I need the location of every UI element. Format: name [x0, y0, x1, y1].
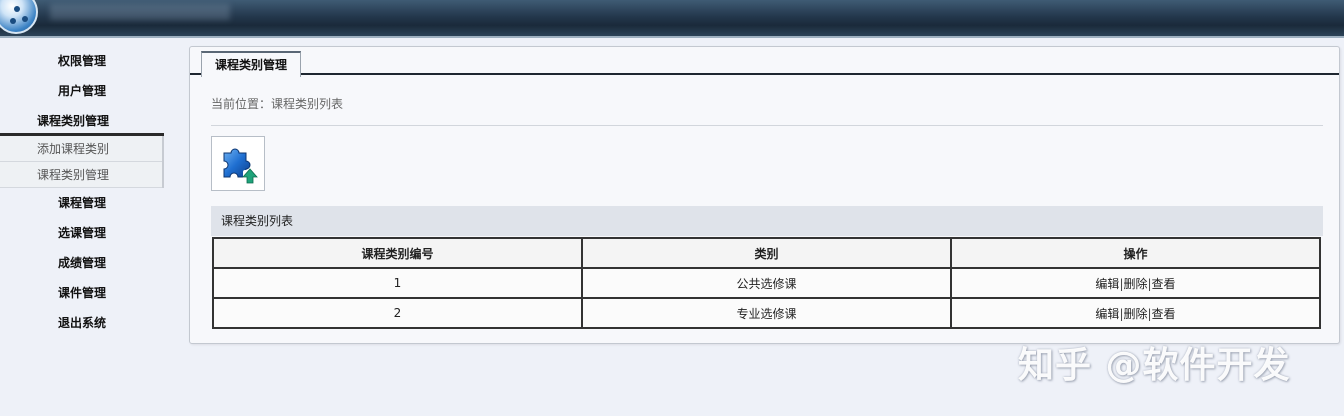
delete-link[interactable]: 删除: [1123, 307, 1147, 321]
tab-bar: 课程类别管理: [190, 47, 1339, 77]
main-panel: 课程类别管理 当前位置：课程类别列表 课程类别列表 课程类别编号 类别 操作 1…: [189, 46, 1340, 344]
table-row: 2 专业选修课 编辑|删除|查看: [212, 297, 1321, 329]
edit-link[interactable]: 编辑: [1095, 277, 1119, 291]
table-header-row: 课程类别编号 类别 操作: [212, 237, 1321, 269]
view-link[interactable]: 查看: [1152, 277, 1176, 291]
sidebar-item-permissions[interactable]: 权限管理: [0, 46, 164, 76]
tab-course-category[interactable]: 课程类别管理: [201, 51, 302, 77]
column-header-id: 课程类别编号: [212, 237, 583, 269]
sidebar-item-course-category[interactable]: 课程类别管理: [0, 106, 164, 136]
cell-category: 公共选修课: [581, 267, 952, 299]
add-category-button[interactable]: [211, 136, 265, 191]
delete-link[interactable]: 删除: [1123, 277, 1147, 291]
sidebar-item-logout[interactable]: 退出系统: [0, 308, 164, 338]
puzzle-upload-icon: [223, 148, 258, 184]
globe-logo-icon: [0, 0, 38, 34]
divider: [211, 125, 1323, 126]
sidebar-submenu: 添加课程类别 课程类别管理: [0, 136, 164, 188]
breadcrumb: 当前位置：课程类别列表: [211, 97, 344, 111]
cell-actions: 编辑|删除|查看: [950, 267, 1321, 299]
sidebar: 权限管理 用户管理 课程类别管理 添加课程类别 课程类别管理 课程管理 选课管理…: [0, 46, 164, 338]
sidebar-item-enrollment[interactable]: 选课管理: [0, 218, 164, 248]
watermark: 知乎 @软件开发: [1018, 345, 1291, 386]
column-header-category: 类别: [581, 237, 952, 269]
submenu-item-add-category[interactable]: 添加课程类别: [0, 136, 162, 162]
category-table: 课程类别编号 类别 操作 1 公共选修课 编辑|删除|查看 2 专业选修课 编辑…: [212, 237, 1321, 329]
header-title-blurred: [50, 4, 230, 20]
submenu-item-manage-category[interactable]: 课程类别管理: [0, 162, 162, 188]
section-title: 课程类别列表: [211, 206, 1323, 236]
edit-link[interactable]: 编辑: [1095, 307, 1119, 321]
top-header: [0, 0, 1344, 38]
cell-category: 专业选修课: [581, 297, 952, 329]
sidebar-item-courseware[interactable]: 课件管理: [0, 278, 164, 308]
sidebar-item-users[interactable]: 用户管理: [0, 76, 164, 106]
column-header-actions: 操作: [950, 237, 1321, 269]
sidebar-item-courses[interactable]: 课程管理: [0, 188, 164, 218]
table-row: 1 公共选修课 编辑|删除|查看: [212, 267, 1321, 299]
sidebar-item-grades[interactable]: 成绩管理: [0, 248, 164, 278]
cell-id: 1: [212, 267, 583, 299]
cell-id: 2: [212, 297, 583, 329]
view-link[interactable]: 查看: [1152, 307, 1176, 321]
cell-actions: 编辑|删除|查看: [950, 297, 1321, 329]
